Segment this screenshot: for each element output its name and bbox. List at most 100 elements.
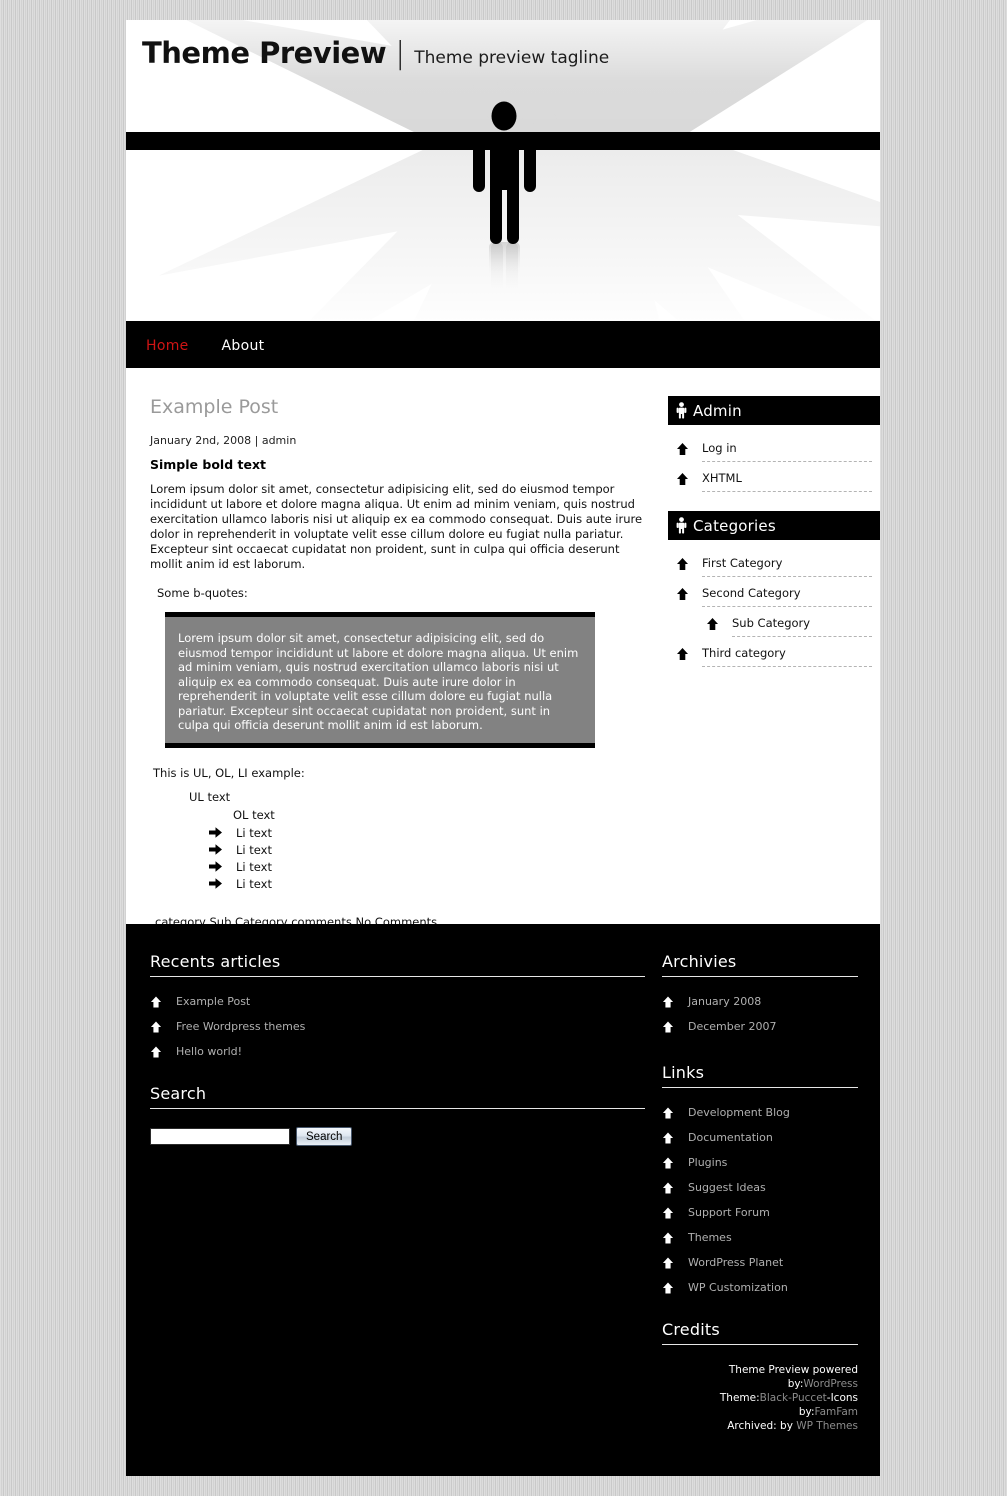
list-item: Li text [209,860,652,874]
credits-famfam-link[interactable]: FamFam [815,1406,858,1418]
post-comments-link[interactable]: No Comments [356,915,438,925]
list-item-label: Li text [236,859,272,874]
list-item: XHTML [676,471,872,499]
footer-link-documentation[interactable]: Documentation [688,1131,773,1144]
list-label: This is UL, OL, LI example: [153,765,305,780]
sidebar-item-third-category[interactable]: Third category [702,646,872,667]
post-meta: January 2nd, 2008 | admin [150,434,297,447]
links-title: Links [662,1063,705,1082]
arrow-up-icon [662,1281,674,1294]
sidebar-item-second-category[interactable]: Second Category [702,586,872,607]
sidebar-item-xhtml[interactable]: XHTML [702,471,872,492]
widget-categories: Categories First Category Second Categor… [668,511,880,686]
list-item: Sub Category [706,616,872,644]
sidebar-item-first-category[interactable]: First Category [702,556,872,577]
sidebar-item-sub-category[interactable]: Sub Category [732,616,872,637]
footer-recent-example-post[interactable]: Example Post [176,995,250,1008]
list-item: First Category [676,556,872,584]
arrow-up-icon [662,1256,674,1269]
footer-right-column: Archivies January 2008 December 2007 Lin… [662,952,858,1433]
footer-link-plugins[interactable]: Plugins [688,1156,727,1169]
arrow-up-icon [662,1131,674,1144]
site-title: Theme Preview [142,36,387,70]
footer-link-support-forum[interactable]: Support Forum [688,1206,770,1219]
header-black-band [126,132,880,150]
credits-wordpress-link[interactable]: WordPress [803,1378,858,1390]
footer-link-development-blog[interactable]: Development Blog [688,1106,790,1119]
credits-wp-themes-link[interactable]: WP Themes [796,1420,858,1432]
links-header: Links [662,1063,858,1088]
search-input[interactable] [150,1128,290,1145]
widget-body: First Category Second Category Sub Categ… [668,540,880,686]
footer-recent-free-wordpress-themes[interactable]: Free Wordpress themes [176,1020,305,1033]
archives-header: Archivies [662,952,858,977]
arrow-up-icon [662,1231,674,1244]
credits-theme-link[interactable]: Black-Puccet [760,1392,827,1404]
nav-item-about[interactable]: About [222,338,265,354]
comments-label: comments [291,914,352,925]
credits-title: Credits [662,1320,720,1339]
arrow-up-icon [662,1206,674,1219]
recents-title: Recents articles [150,952,281,971]
list-item: Themes [662,1231,858,1244]
list-item: Development Blog [662,1106,858,1119]
site-branding: Theme Preview | Theme preview tagline [142,36,609,71]
list-item-label: Li text [236,876,272,891]
list-item: Hello world! [150,1045,645,1058]
arrow-up-icon [150,995,162,1008]
post-category-link[interactable]: Sub Category [209,915,287,925]
credits-line-2: Theme:Black-Puccet-Icons by:FamFam [662,1391,858,1419]
post-footer-meta: category Sub Category comments No Commen… [155,915,652,925]
archives-title: Archivies [662,952,737,971]
list-item: Third category [676,646,872,674]
sidebar: Admin Log in XHTML Categories First Cate… [668,396,880,686]
list-item-label: Li text [236,825,272,840]
site-container: Theme Preview | Theme preview tagline Ho… [126,20,880,1476]
list-item: January 2008 [662,995,858,1008]
footer-archive-january-2008[interactable]: January 2008 [688,995,761,1008]
arrow-right-icon [209,827,222,838]
list-item: Example Post [150,995,645,1008]
widget-title: Admin [693,401,742,420]
footer-link-wordpress-planet[interactable]: WordPress Planet [688,1256,783,1269]
footer-link-wp-customization[interactable]: WP Customization [688,1281,788,1294]
main-navigation: Home About [126,323,880,368]
footer-recent-hello-world[interactable]: Hello world! [176,1045,242,1058]
arrow-up-icon [677,558,688,570]
list-item: Free Wordpress themes [150,1020,645,1033]
credits-line-1: Theme Preview powered by:WordPress [662,1363,858,1391]
search-title: Search [150,1084,207,1103]
category-label: category [155,914,206,925]
arrow-up-icon [677,473,688,485]
arrow-up-icon [707,618,718,630]
post-column: Example Post January 2nd, 2008 | admin S… [147,396,652,924]
list-item: Li text [209,826,652,840]
sidebar-item-log-in[interactable]: Log in [702,441,872,462]
list-item: Log in [676,441,872,469]
arrow-up-icon [150,1020,162,1033]
widget-title: Categories [693,516,776,535]
arrow-up-icon [662,1181,674,1194]
footer-left-column: Recents articles Example Post Free Wordp… [150,952,645,1146]
search-header: Search [150,1084,645,1109]
title-separator: | [395,36,406,71]
list-item: Plugins [662,1156,858,1169]
person-icon [676,517,687,534]
list-item: Li text [209,877,652,891]
nav-item-home[interactable]: Home [146,338,189,354]
post-subtitle: Simple bold text [150,457,266,472]
arrow-up-icon [662,1106,674,1119]
arrow-up-icon [677,588,688,600]
footer-archive-december-2007[interactable]: December 2007 [688,1020,777,1033]
credits-line-3: Archived: by WP Themes [662,1419,858,1433]
site-header: Theme Preview | Theme preview tagline [126,20,880,323]
search-button[interactable]: Search [296,1127,353,1146]
ol-text: OL text [233,807,275,822]
list-item: WP Customization [662,1281,858,1294]
footer-link-suggest-ideas[interactable]: Suggest Ideas [688,1181,766,1194]
main-content-area: Example Post January 2nd, 2008 | admin S… [126,368,880,924]
site-footer: Recents articles Example Post Free Wordp… [126,924,880,1452]
footer-link-themes[interactable]: Themes [688,1231,732,1244]
arrow-right-icon [209,878,222,889]
arrow-right-icon [209,844,222,855]
